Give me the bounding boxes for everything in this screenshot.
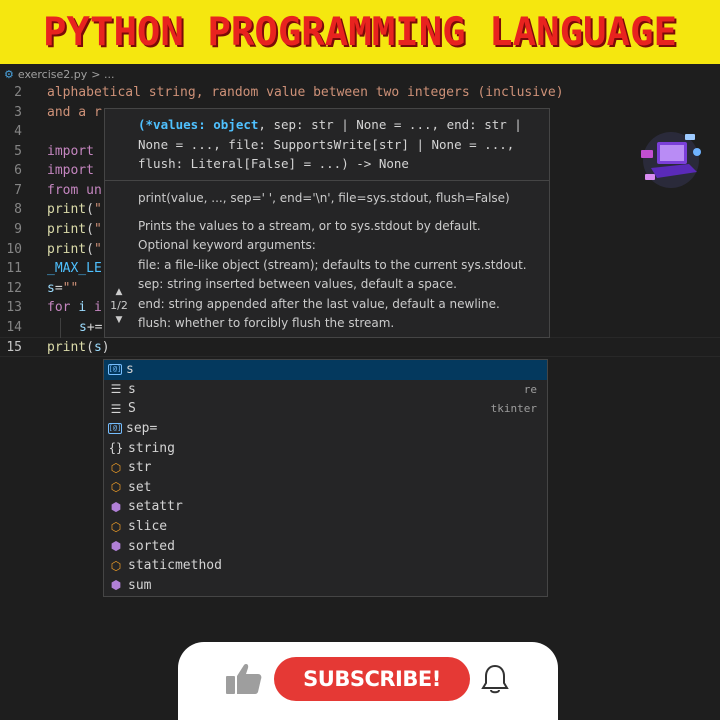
suggestion-label: slice [128, 519, 168, 535]
suggestion-label: setattr [128, 499, 183, 515]
suggestion-label: s [128, 381, 136, 397]
code-text[interactable]: import [47, 161, 94, 181]
code-text[interactable]: print(s) [47, 338, 110, 358]
line-number: 4 [14, 124, 22, 139]
breadcrumb: ⚙ exercise2.py > ... [0, 64, 720, 84]
class-icon: ⬡ [110, 460, 122, 475]
suggestion-label: sorted [128, 538, 175, 554]
line-number: 9 [14, 222, 22, 237]
code-line[interactable]: 15 print(s) [0, 338, 720, 358]
suggestion-item[interactable]: ⬡ set [104, 478, 547, 498]
code-text[interactable]: print(" [47, 200, 102, 220]
function-icon: ⬢ [110, 539, 122, 554]
code-text[interactable]: print(" [47, 220, 102, 240]
suggestion-label: str [128, 460, 152, 476]
breadcrumb-trail[interactable]: > ... [91, 68, 114, 81]
doc-line: sep: string inserted between values, def… [138, 277, 457, 291]
laptop-illustration [633, 128, 709, 192]
suggestion-item[interactable]: ⬢ sum [104, 576, 547, 596]
code-text[interactable]: alphabetical string, random value betwee… [47, 83, 564, 103]
overload-pager: ▲ 1/2 ▼ [107, 285, 131, 327]
suggestion-detail: tkinter [490, 402, 537, 416]
class-icon: ⬡ [110, 480, 122, 495]
python-file-icon: ⚙ [4, 67, 14, 81]
chevron-up-icon[interactable]: ▲ [107, 285, 131, 299]
code-text[interactable]: from un [47, 181, 102, 201]
line-number: 2 [14, 85, 22, 100]
line-number: 8 [14, 202, 22, 217]
line-number: 6 [14, 163, 22, 178]
class-icon: ⬡ [110, 519, 122, 534]
banner-title: PYTHON PROGRAMMING LANGUAGE [43, 9, 677, 55]
suggestion-detail: re [523, 382, 537, 396]
subscribe-button[interactable]: SUBSCRIBE! [274, 657, 470, 701]
suggestion-label: s [126, 362, 134, 378]
doc-signature: print(value, ..., sep=' ', end='\n', fil… [138, 191, 510, 205]
code-text[interactable]: import [47, 142, 94, 162]
suggestion-item[interactable]: {} string [104, 438, 547, 458]
module-icon: ☰ [110, 401, 122, 416]
function-icon: ⬢ [110, 499, 122, 514]
line-number: 11 [6, 261, 22, 276]
signature-highlight: (*values: object [138, 117, 259, 132]
suggestion-label: set [128, 479, 152, 495]
bell-icon[interactable] [478, 662, 512, 696]
doc-line: end: string appended after the last valu… [138, 296, 500, 311]
hover-documentation: print(value, ..., sep=' ', end='\n', fil… [138, 189, 543, 334]
code-text[interactable]: for i i [47, 298, 102, 318]
suggestion-item[interactable]: ⬡ staticmethod [104, 556, 547, 576]
suggestion-item[interactable]: ☰ Stkinter [104, 399, 547, 419]
suggestion-item[interactable]: [@] sep= [104, 419, 547, 439]
suggestion-item[interactable]: ☰ s re [104, 380, 547, 400]
suggestion-label: string [128, 440, 175, 456]
line-number: 7 [14, 183, 22, 198]
variable-icon: [@] [108, 423, 122, 435]
hover-signature: (*values: object, sep: str | None = ...,… [138, 115, 548, 174]
thumbs-up-icon[interactable] [224, 662, 264, 696]
doc-line: flush: whether to forcibly flush the str… [138, 316, 395, 330]
line-number: 12 [6, 281, 22, 296]
hover-divider [105, 180, 549, 181]
variable-icon: [@] [108, 364, 122, 376]
subscribe-bar: SUBSCRIBE! [178, 642, 558, 720]
function-icon: ⬢ [110, 578, 122, 593]
suggestion-item[interactable]: [@] s [104, 360, 547, 380]
code-text[interactable]: s+= [79, 318, 102, 338]
chevron-down-icon[interactable]: ▼ [107, 313, 131, 327]
class-icon: ⬡ [110, 558, 122, 573]
suggestion-label: sum [128, 577, 152, 593]
line-number: 13 [6, 300, 22, 315]
overload-counter: 1/2 [110, 299, 128, 312]
code-line[interactable]: 2 alphabetical string, random value betwe… [0, 83, 720, 103]
line-number: 15 [6, 340, 22, 355]
autocomplete-list[interactable]: [@] s ☰ s re ☰ Stkinter [@] sep={} string ⬡ str ⬡ set… [103, 359, 548, 597]
suggestion-label: S [128, 401, 136, 417]
title-banner: PYTHON PROGRAMMING LANGUAGE [0, 0, 720, 64]
module-icon: ☰ [110, 382, 122, 397]
line-number: 3 [14, 105, 22, 120]
suggestion-label: sep= [126, 421, 158, 437]
breadcrumb-file[interactable]: exercise2.py [18, 68, 87, 81]
snippet-icon: {} [108, 441, 124, 456]
suggestion-label: staticmethod [128, 558, 222, 574]
suggestion-item[interactable]: ⬡ str [104, 458, 547, 478]
code-editor[interactable]: ⚙ exercise2.py > ... 2 alphabetical strin… [0, 64, 720, 720]
line-number: 14 [6, 320, 22, 335]
doc-line: Prints the values to a stream, or to sys… [138, 218, 481, 233]
code-text[interactable]: s="" [47, 279, 78, 299]
suggestion-item[interactable]: ⬢ sorted [104, 536, 547, 556]
doc-line: file: a file-like object (stream); defau… [138, 257, 527, 272]
doc-line: Optional keyword arguments: [138, 238, 316, 252]
code-text[interactable]: and a r [47, 103, 102, 123]
line-number: 10 [6, 242, 22, 257]
suggestion-item[interactable]: ⬢ setattr [104, 497, 547, 517]
suggestion-item[interactable]: ⬡ slice [104, 517, 547, 537]
line-number: 5 [14, 144, 22, 159]
code-text[interactable]: print(" [47, 240, 102, 260]
hover-tooltip: (*values: object, sep: str | None = ...,… [104, 108, 550, 338]
code-text[interactable]: _MAX_LE [47, 259, 102, 279]
